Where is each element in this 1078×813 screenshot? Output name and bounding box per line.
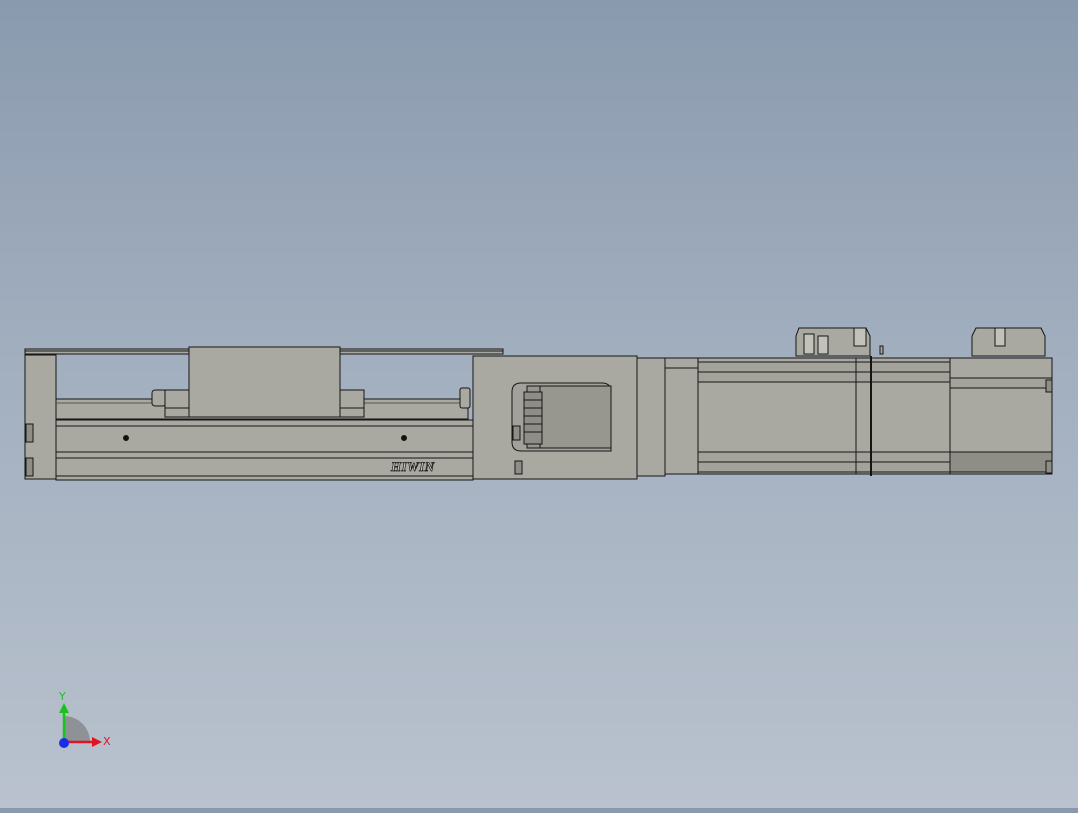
encoder-connector — [971, 327, 1046, 357]
triad-x-label: X — [103, 735, 111, 748]
rail-hole-left — [123, 435, 129, 441]
housing-bolt-upper — [512, 425, 521, 441]
linear-module-assembly[interactable]: HIWIN — [24, 327, 1053, 481]
shaft-end-left — [151, 389, 167, 407]
left-end-bolt-upper — [25, 423, 34, 443]
rail-hole-right — [401, 435, 407, 441]
housing-bolt-lower — [514, 460, 523, 475]
shaft-end-right — [459, 387, 471, 409]
cad-viewport[interactable]: HIWIN X Y — [0, 0, 1078, 808]
orientation-triad[interactable]: X Y — [58, 690, 111, 748]
model-canvas[interactable]: HIWIN X Y — [0, 0, 1078, 808]
motor-flange — [636, 357, 666, 477]
brand-label: HIWIN — [390, 459, 435, 474]
left-end-bolt-lower — [25, 457, 34, 477]
triad-z-axis — [59, 738, 69, 748]
triad-xy-quadrant — [64, 716, 90, 742]
flange-top-block — [664, 357, 699, 369]
triad-y-label: Y — [58, 690, 66, 703]
flange-body — [664, 367, 699, 475]
connector-pin — [879, 345, 884, 355]
carriage-block — [188, 346, 341, 418]
